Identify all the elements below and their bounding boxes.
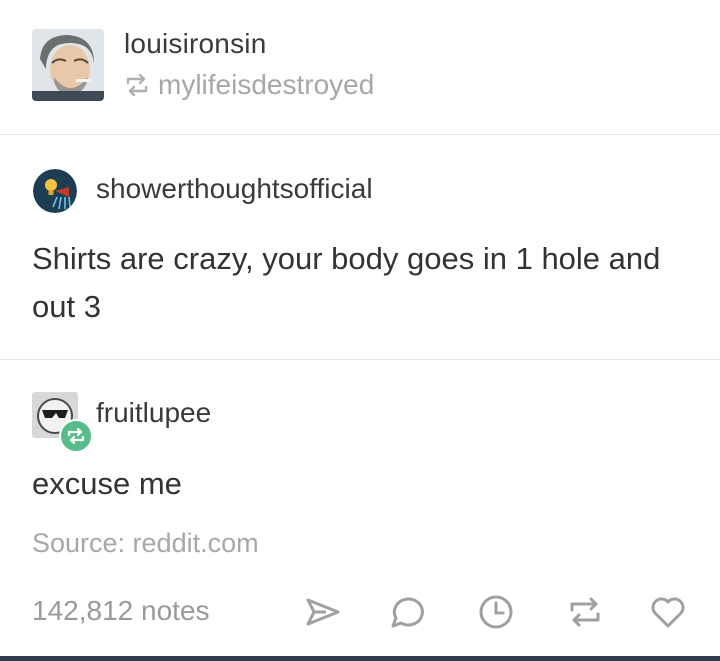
post-header: louisironsin mylifeisdestroyed xyxy=(0,0,720,134)
share-icon xyxy=(306,598,340,626)
original-post-text: Shirts are crazy, your body goes in 1 ho… xyxy=(32,241,661,324)
heart-icon xyxy=(651,597,685,628)
source-link[interactable]: Source: reddit.com xyxy=(32,525,259,561)
avatar-portrait-image xyxy=(32,29,104,101)
reblog-post: fruitlupee excuse me Source: reddit.com xyxy=(0,360,720,582)
avatar[interactable] xyxy=(32,29,104,101)
queue-button[interactable] xyxy=(476,592,516,632)
notes-count[interactable]: 142,812 notes xyxy=(32,593,210,629)
reblog-text: excuse me xyxy=(32,466,182,501)
reblog-icon xyxy=(570,597,600,627)
bottom-bar xyxy=(0,656,720,661)
reblog-button[interactable] xyxy=(565,592,605,632)
like-button[interactable] xyxy=(648,592,688,632)
reblog-badge-icon xyxy=(67,427,85,445)
reblogged-from[interactable]: mylifeisdestroyed xyxy=(124,68,374,102)
reblog-icon xyxy=(124,73,150,97)
clock-icon xyxy=(479,595,513,629)
reblog-badge xyxy=(59,419,93,453)
reblogger-username[interactable]: louisironsin xyxy=(124,26,266,62)
share-button[interactable] xyxy=(302,592,342,632)
original-post: showerthoughtsofficial Shirts are crazy,… xyxy=(0,135,720,359)
reblogged-from-name: mylifeisdestroyed xyxy=(158,69,375,100)
reply-icon xyxy=(391,597,424,628)
reblog-blog-name[interactable]: fruitlupee xyxy=(96,395,211,431)
original-blog-name[interactable]: showerthoughtsofficial xyxy=(96,171,373,207)
showerthoughts-avatar[interactable] xyxy=(33,169,77,213)
reply-button[interactable] xyxy=(385,592,425,632)
post-footer: 142,812 notes xyxy=(0,582,720,642)
